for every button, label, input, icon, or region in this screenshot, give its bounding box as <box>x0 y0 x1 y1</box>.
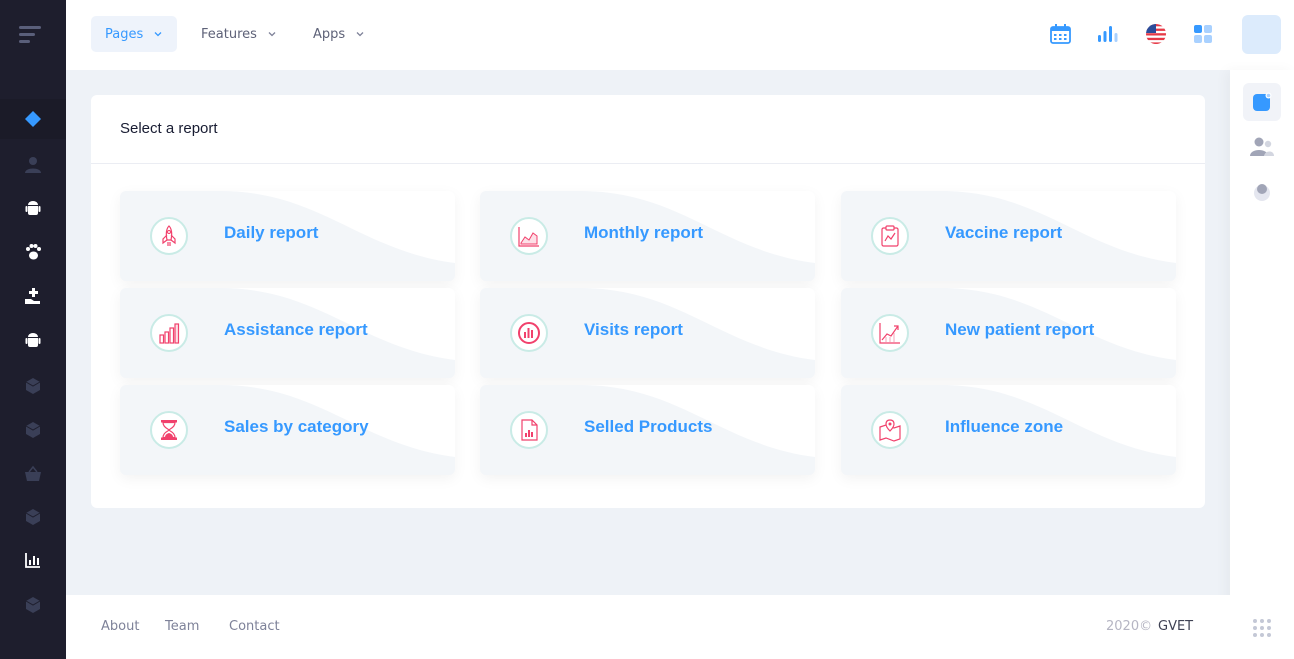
sidebar-item-box-4[interactable] <box>0 585 66 625</box>
report-label: Sales by category <box>224 417 369 436</box>
header: Pages Features Apps <box>66 0 1294 70</box>
report-influence-zone[interactable]: Influence zone <box>841 385 1176 475</box>
report-selector-card: Select a report Daily report Monthly rep… <box>91 95 1205 508</box>
sidebar-item-basket[interactable] <box>0 454 66 494</box>
footer: About Team Contact 2020© GVET <box>66 595 1230 659</box>
map-pin-icon <box>871 411 909 449</box>
chart-icon <box>25 553 40 568</box>
report-label: Visits report <box>584 320 683 339</box>
calendar-icon[interactable] <box>1048 22 1072 46</box>
user-icon <box>25 157 41 173</box>
menu-toggle-icon[interactable] <box>19 24 43 46</box>
us-flag-icon[interactable] <box>1144 22 1168 46</box>
sidebar-item-box-2[interactable] <box>0 410 66 450</box>
copyright-text: 2020© <box>1106 619 1153 634</box>
sidebar-item-android[interactable] <box>0 188 66 228</box>
user-circle-icon[interactable] <box>1243 173 1281 211</box>
footer-link-contact[interactable]: Contact <box>229 619 280 634</box>
nav-features-label: Features <box>201 26 257 42</box>
footer-link-about[interactable]: About <box>101 619 139 634</box>
growth-chart-icon <box>871 314 909 352</box>
avatar[interactable] <box>1242 15 1281 54</box>
basket-icon <box>25 465 41 481</box>
page-title: Select a report <box>120 120 218 137</box>
rocket-icon <box>150 217 188 255</box>
chevron-down-icon <box>154 32 162 37</box>
sidebar <box>0 0 66 659</box>
nav-apps[interactable]: Apps <box>299 16 379 52</box>
report-vaccine[interactable]: Vaccine report <box>841 191 1176 281</box>
sidebar-item-box-3[interactable] <box>0 497 66 537</box>
right-aside <box>1230 70 1294 659</box>
document-chart-icon <box>510 411 548 449</box>
android-icon <box>25 201 41 215</box>
report-label: Daily report <box>224 223 319 242</box>
nav-apps-label: Apps <box>313 26 346 42</box>
bar-chart-icon <box>150 314 188 352</box>
sidebar-item-android-2[interactable] <box>0 320 66 360</box>
circle-bars-icon <box>510 314 548 352</box>
android-icon <box>25 333 41 347</box>
clipboard-chart-icon <box>871 217 909 255</box>
report-selled-products[interactable]: Selled Products <box>480 385 815 475</box>
box-icon <box>25 597 41 613</box>
area-chart-icon <box>510 217 548 255</box>
dots-grid-icon[interactable] <box>1253 619 1271 637</box>
report-visits[interactable]: Visits report <box>480 288 815 378</box>
bar-chart-icon[interactable] <box>1095 22 1119 46</box>
box-icon <box>25 422 41 438</box>
hand-plus-icon <box>25 288 40 304</box>
sidebar-item-reports[interactable] <box>0 540 66 580</box>
nav-pages-label: Pages <box>105 26 144 42</box>
layers-icon <box>25 111 41 127</box>
report-new-patient[interactable]: New patient report <box>841 288 1176 378</box>
report-label: Assistance report <box>224 320 368 339</box>
report-label: Influence zone <box>945 417 1064 436</box>
apps-grid-icon[interactable] <box>1191 22 1215 46</box>
nav-pages[interactable]: Pages <box>91 16 178 52</box>
sidebar-item-users[interactable] <box>0 145 66 185</box>
hourglass-icon <box>150 411 188 449</box>
users-icon[interactable] <box>1243 128 1281 166</box>
report-label: Vaccine report <box>945 223 1063 242</box>
sidebar-item-pets[interactable] <box>0 232 66 272</box>
chevron-down-icon <box>268 32 276 37</box>
report-sales-by-category[interactable]: Sales by category <box>120 385 455 475</box>
report-monthly[interactable]: Monthly report <box>480 191 815 281</box>
paw-icon <box>26 244 41 260</box>
report-label: New patient report <box>945 320 1095 339</box>
sidebar-item-care[interactable] <box>0 276 66 316</box>
divider <box>91 163 1205 164</box>
footer-link-team[interactable]: Team <box>165 619 199 634</box>
box-icon <box>25 378 41 394</box>
box-icon <box>25 509 41 525</box>
brand-link[interactable]: GVET <box>1158 619 1193 634</box>
report-daily[interactable]: Daily report <box>120 191 455 281</box>
report-assistance[interactable]: Assistance report <box>120 288 455 378</box>
sidebar-item-dashboard[interactable] <box>0 99 66 139</box>
report-label: Selled Products <box>584 417 713 436</box>
notes-icon[interactable] <box>1243 83 1281 121</box>
sidebar-item-box-1[interactable] <box>0 366 66 406</box>
nav-features[interactable]: Features <box>187 16 291 52</box>
chevron-down-icon <box>356 32 364 37</box>
report-label: Monthly report <box>584 223 703 242</box>
